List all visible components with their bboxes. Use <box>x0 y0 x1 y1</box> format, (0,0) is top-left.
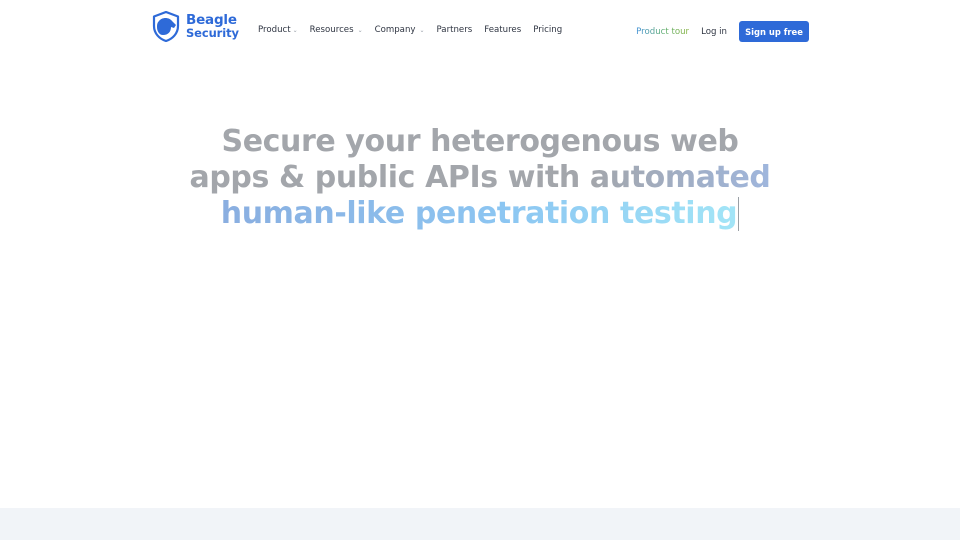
hero-section: Secure your heterogenous web apps & publ… <box>0 124 960 232</box>
nav-item-label: Product <box>258 25 291 35</box>
nav-item-label: Features <box>484 25 522 35</box>
nav-item-label: Partners <box>436 25 473 35</box>
brand-name-line2: Security <box>186 25 239 40</box>
headline-line-2-plain: apps & public APIs with <box>189 160 590 195</box>
brand-name-line1: Beagle <box>186 11 237 28</box>
nav-item-company[interactable]: Company ⌄ <box>375 25 425 35</box>
headline-line-2: apps & public APIs with automated <box>0 160 960 196</box>
headline-line-3-gradient: human-like penetration testing <box>220 196 738 231</box>
signup-button[interactable]: Sign up free <box>739 21 809 42</box>
product-tour-link[interactable]: Product tour <box>636 27 689 37</box>
chevron-down-icon: ⌄ <box>357 27 363 34</box>
next-section-band <box>0 508 960 540</box>
main-nav: Product ⌄ Resources ⌄ Company ⌄ Partners… <box>258 25 574 35</box>
chevron-down-icon: ⌄ <box>419 27 425 34</box>
brand-name: Beagle Security <box>186 11 239 40</box>
chevron-down-icon: ⌄ <box>292 27 298 34</box>
nav-item-label: Pricing <box>533 25 563 35</box>
headline-line-3: human-like penetration testing <box>0 196 960 232</box>
nav-item-pricing[interactable]: Pricing <box>533 25 562 35</box>
logo-link[interactable]: Beagle Security <box>151 11 239 42</box>
nav-actions: Product tour Log in Sign up free <box>636 21 809 42</box>
navbar: Beagle Security Product ⌄ Resources ⌄ Co… <box>0 0 960 64</box>
headline-line-2-accent: automated <box>589 160 771 195</box>
hero-headline: Secure your heterogenous web apps & publ… <box>0 124 960 232</box>
beagle-shield-icon <box>151 11 181 42</box>
nav-item-product[interactable]: Product ⌄ <box>258 25 298 35</box>
typing-caret <box>738 197 740 231</box>
nav-item-partners[interactable]: Partners <box>437 25 473 35</box>
headline-line-1: Secure your heterogenous web <box>221 124 739 159</box>
nav-item-resources[interactable]: Resources ⌄ <box>310 25 363 35</box>
login-link[interactable]: Log in <box>701 27 727 37</box>
nav-item-features[interactable]: Features <box>484 25 521 35</box>
nav-item-label: Resources <box>309 25 354 35</box>
nav-item-label: Company <box>374 25 416 35</box>
